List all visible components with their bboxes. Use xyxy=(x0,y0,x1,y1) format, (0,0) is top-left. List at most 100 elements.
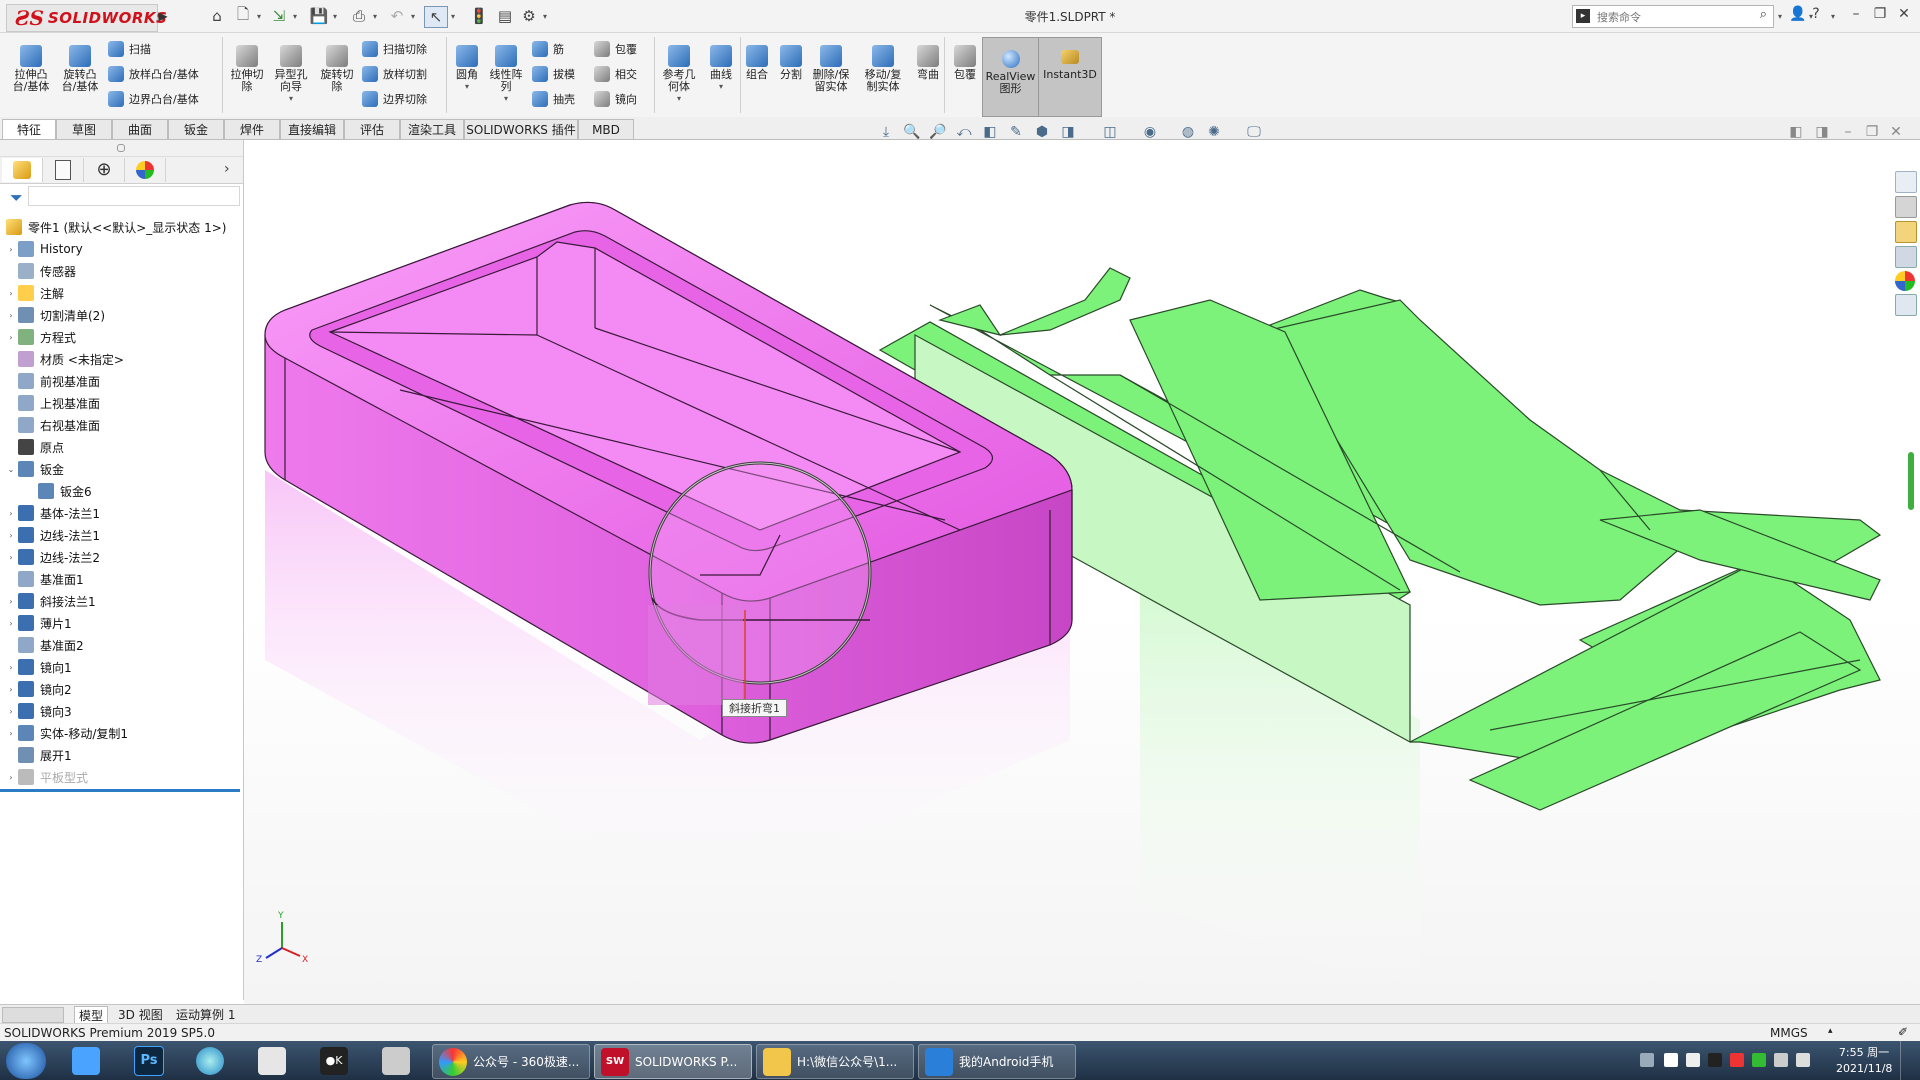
select-dropdown-icon[interactable]: ▾ xyxy=(448,8,458,24)
tile-left-icon[interactable]: ◧ xyxy=(1786,124,1806,142)
tree-item[interactable]: › 镜向2 xyxy=(0,678,247,700)
menu-expand-icon[interactable]: ▶ xyxy=(158,8,168,24)
revolve-cut-button[interactable]: 旋转切 除 xyxy=(314,45,360,93)
sweep-cut-button[interactable]: 扫描切除 xyxy=(362,39,427,59)
wrap-small-button[interactable]: 包覆 xyxy=(594,39,637,59)
file-properties-icon[interactable]: ▤ xyxy=(494,6,516,26)
tray-wechat-icon[interactable] xyxy=(1752,1053,1766,1067)
panel-splitter[interactable] xyxy=(0,140,243,157)
tab-direct-editing[interactable]: 直接编辑 xyxy=(280,119,344,139)
save-dropdown-icon[interactable]: ▾ xyxy=(330,8,340,24)
tray-keyboard-icon[interactable] xyxy=(1640,1053,1654,1067)
view-settings-icon[interactable]: ✺ xyxy=(1204,124,1224,142)
reference-geometry-button[interactable]: 参考几 何体 ▾ xyxy=(656,45,702,105)
search-icon[interactable]: ⌕ xyxy=(1760,7,1767,22)
tree-item[interactable]: 基准面2 xyxy=(0,634,247,656)
taskbar-clock[interactable]: 7:55 周一 2021/11/8 xyxy=(1836,1045,1892,1077)
filter-input[interactable] xyxy=(28,186,240,206)
instant3d-button[interactable]: Instant3D xyxy=(1038,37,1102,117)
tree-item[interactable]: › 斜接法兰1 xyxy=(0,590,247,612)
tree-expand-icon[interactable]: › xyxy=(4,509,18,518)
scroll-indicator[interactable] xyxy=(1908,452,1914,510)
help-dropdown-icon[interactable]: ▾ xyxy=(1828,8,1838,24)
taskbar-app-6[interactable] xyxy=(376,1044,416,1077)
taskbar-window-360[interactable]: 公众号 - 360极速... xyxy=(432,1044,590,1079)
select-icon[interactable]: ↖ xyxy=(424,6,448,28)
rebuild-icon[interactable]: 🚦 xyxy=(468,6,490,26)
show-desktop-button[interactable] xyxy=(1900,1041,1913,1080)
revolve-boss-button[interactable]: 旋转凸 台/基体 xyxy=(57,45,103,93)
tree-item[interactable]: 材质 <未指定> xyxy=(0,348,247,370)
hole-wizard-dropdown-icon[interactable]: ▾ xyxy=(289,93,293,105)
graphics-viewport[interactable]: Y X Z xyxy=(244,140,1920,1004)
status-help-icon[interactable]: ✐ xyxy=(1898,1025,1908,1039)
loft-boss-button[interactable]: 放样凸台/基体 xyxy=(108,64,199,84)
home-icon[interactable]: ⌂ xyxy=(206,6,228,26)
tree-item[interactable]: › 镜向1 xyxy=(0,656,247,678)
rib-button[interactable]: 筋 xyxy=(532,39,564,59)
taskbar-window-explorer[interactable]: H:\微信公众号\1... xyxy=(756,1044,914,1079)
tree-item[interactable]: › 方程式 xyxy=(0,326,247,348)
section-view-icon[interactable]: ◧ xyxy=(980,124,1000,142)
taskbar-photoshop[interactable]: Ps xyxy=(128,1044,170,1077)
tree-expand-icon[interactable]: › xyxy=(4,729,18,738)
units-dropdown-icon[interactable]: ▴ xyxy=(1828,1026,1833,1036)
new-document-icon[interactable]: 🗋 xyxy=(232,5,254,26)
tree-expand-icon[interactable]: › xyxy=(4,311,18,320)
tab-scroll-buttons[interactable] xyxy=(2,1007,64,1023)
tree-expand-icon[interactable]: › xyxy=(4,619,18,628)
extrude-cut-button[interactable]: 拉伸切 除 xyxy=(224,45,270,93)
tree-item[interactable]: 前视基准面 xyxy=(0,370,247,392)
tree-item[interactable]: 展开1 xyxy=(0,744,247,766)
display-pane-icon[interactable]: 🖵 xyxy=(1244,124,1264,142)
viewport-restore-icon[interactable]: ❐ xyxy=(1862,124,1882,142)
restore-icon[interactable]: ❐ xyxy=(1870,6,1890,22)
print-dropdown-icon[interactable]: ▾ xyxy=(370,8,380,24)
filter-icon[interactable]: ⏷ xyxy=(10,188,23,208)
pattern-dropdown-icon[interactable]: ▾ xyxy=(504,93,508,105)
tree-item[interactable]: 基准面1 xyxy=(0,568,247,590)
save-icon[interactable]: 💾 xyxy=(308,6,330,26)
boundary-cut-button[interactable]: 边界切除 xyxy=(362,89,427,109)
tree-item[interactable]: 上视基准面 xyxy=(0,392,247,414)
boundary-boss-button[interactable]: 边界凸台/基体 xyxy=(108,89,199,109)
tree-item[interactable]: 原点 xyxy=(0,436,247,458)
search-dropdown-icon[interactable]: ▾ xyxy=(1775,8,1785,24)
extrude-boss-button[interactable]: 拉伸凸 台/基体 xyxy=(8,45,54,93)
appearances-icon[interactable] xyxy=(1895,271,1915,291)
help-icon[interactable]: ? xyxy=(1806,6,1826,22)
tab-sheet-metal[interactable]: 钣金 xyxy=(168,119,224,139)
undo-icon[interactable]: ↶ xyxy=(386,6,408,26)
open-icon[interactable]: ⇲ xyxy=(268,6,290,26)
start-button-icon[interactable] xyxy=(6,1043,46,1079)
file-explorer-icon[interactable] xyxy=(1895,221,1917,243)
tab-motion-study[interactable]: 运动算例 1 xyxy=(172,1006,239,1022)
feature-manager-tab[interactable] xyxy=(2,158,43,182)
orient-view-icon[interactable]: ⤓ xyxy=(876,124,896,142)
tree-expand-icon[interactable]: › xyxy=(4,773,18,782)
tree-item[interactable]: › 注解 xyxy=(0,282,247,304)
tab-3d-views[interactable]: 3D 视图 xyxy=(114,1006,167,1022)
undo-dropdown-icon[interactable]: ▾ xyxy=(408,8,418,24)
panel-expand-icon[interactable]: › xyxy=(224,161,230,177)
print-icon[interactable]: ⎙ xyxy=(348,6,370,26)
view-palette-icon[interactable] xyxy=(1895,246,1917,268)
dynamic-annotation-icon[interactable]: ✎ xyxy=(1006,124,1026,142)
tile-right-icon[interactable]: ◨ xyxy=(1812,124,1832,142)
zoom-to-area-icon[interactable]: 🔎 xyxy=(928,124,948,142)
tree-expand-icon[interactable]: ⌄ xyxy=(4,465,18,474)
tree-item[interactable]: › 平板型式 xyxy=(0,766,247,788)
design-library-icon[interactable] xyxy=(1895,196,1917,218)
tree-item[interactable]: 传感器 xyxy=(0,260,247,282)
loft-cut-button[interactable]: 放样切割 xyxy=(362,64,427,84)
taskbar-recorder[interactable]: ●K xyxy=(314,1044,354,1077)
tree-root[interactable]: 零件1 (默认<<默认>_显示状态 1>) xyxy=(0,216,243,238)
display-manager-tab[interactable] xyxy=(125,158,166,182)
tree-expand-icon[interactable]: › xyxy=(4,707,18,716)
tree-expand-icon[interactable]: › xyxy=(4,685,18,694)
shell-button[interactable]: 抽壳 xyxy=(532,89,575,109)
reference-geometry-dropdown-icon[interactable]: ▾ xyxy=(677,93,681,105)
tree-expand-icon[interactable]: › xyxy=(4,663,18,672)
tree-expand-icon[interactable]: › xyxy=(4,289,18,298)
viewport-close-icon[interactable]: ✕ xyxy=(1886,124,1906,142)
